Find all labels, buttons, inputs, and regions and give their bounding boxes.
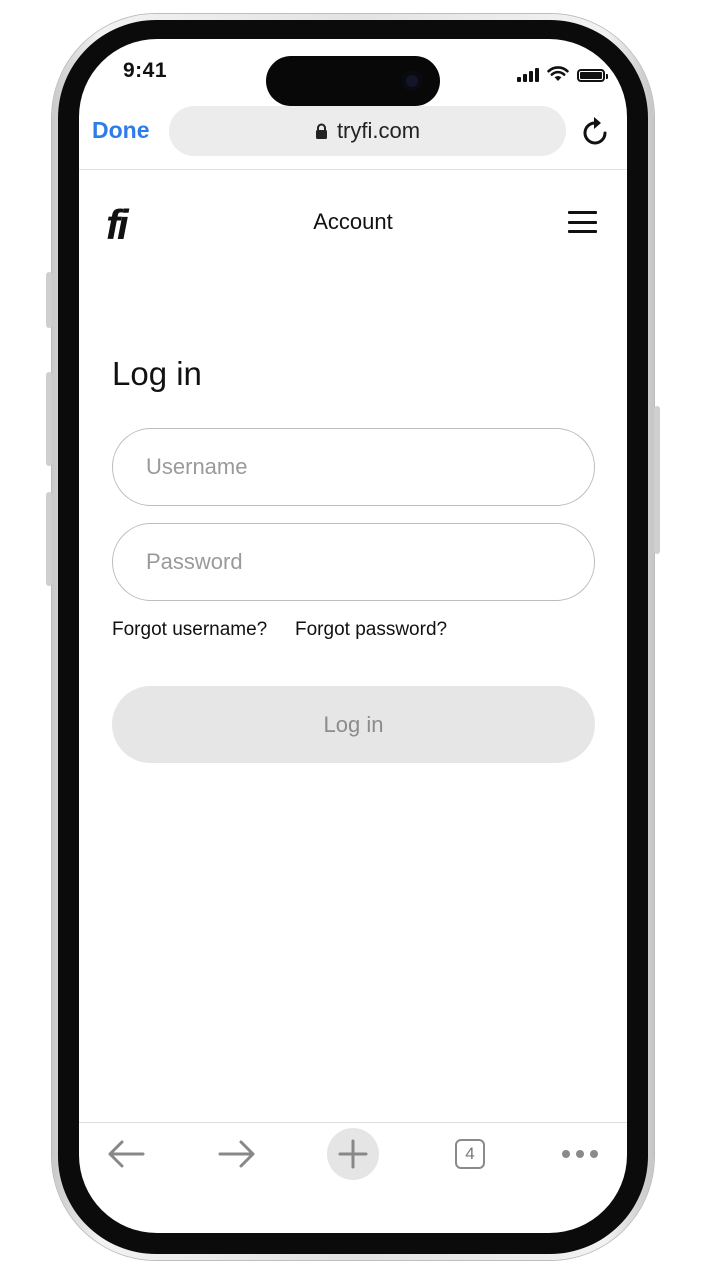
phone-screen: 9:41 Done tryfi.com fi Account Log in Fo… — [79, 39, 627, 1233]
password-input[interactable] — [112, 523, 595, 601]
power-button — [654, 406, 660, 554]
wifi-icon — [547, 66, 569, 81]
cellular-signal-icon — [517, 68, 539, 82]
tabs-count-icon: 4 — [455, 1139, 485, 1169]
browser-bar-divider — [79, 169, 627, 170]
forward-arrow-icon — [218, 1140, 255, 1168]
new-tab-plus-icon — [338, 1139, 368, 1169]
battery-icon — [577, 69, 608, 82]
back-button[interactable] — [103, 1131, 149, 1177]
more-options-icon — [562, 1150, 598, 1158]
reload-icon[interactable] — [581, 114, 611, 148]
toolbar-divider — [79, 1122, 627, 1123]
login-button[interactable]: Log in — [112, 686, 595, 763]
username-input[interactable] — [112, 428, 595, 506]
forgot-username-link[interactable]: Forgot username? — [112, 619, 267, 641]
done-button[interactable]: Done — [92, 117, 150, 144]
hamburger-menu-icon[interactable] — [568, 211, 597, 233]
mute-switch — [46, 272, 52, 328]
volume-up-button — [46, 372, 52, 466]
volume-down-button — [46, 492, 52, 586]
back-arrow-icon — [108, 1140, 145, 1168]
forgot-password-link[interactable]: Forgot password? — [295, 619, 447, 641]
more-options-button[interactable] — [557, 1131, 603, 1177]
status-time: 9:41 — [123, 59, 168, 82]
dynamic-island — [266, 56, 440, 106]
forward-button[interactable] — [214, 1131, 260, 1177]
url-text: tryfi.com — [336, 118, 421, 143]
new-tab-circle — [327, 1128, 379, 1180]
page-title: Account — [313, 209, 393, 234]
tabs-button[interactable]: 4 — [453, 1131, 487, 1177]
address-bar[interactable]: tryfi.com — [169, 106, 566, 156]
front-camera-icon — [402, 71, 422, 91]
status-icons — [517, 64, 608, 82]
new-tab-button[interactable] — [327, 1128, 379, 1180]
login-heading: Log in — [112, 355, 202, 392]
lock-icon — [315, 123, 327, 139]
